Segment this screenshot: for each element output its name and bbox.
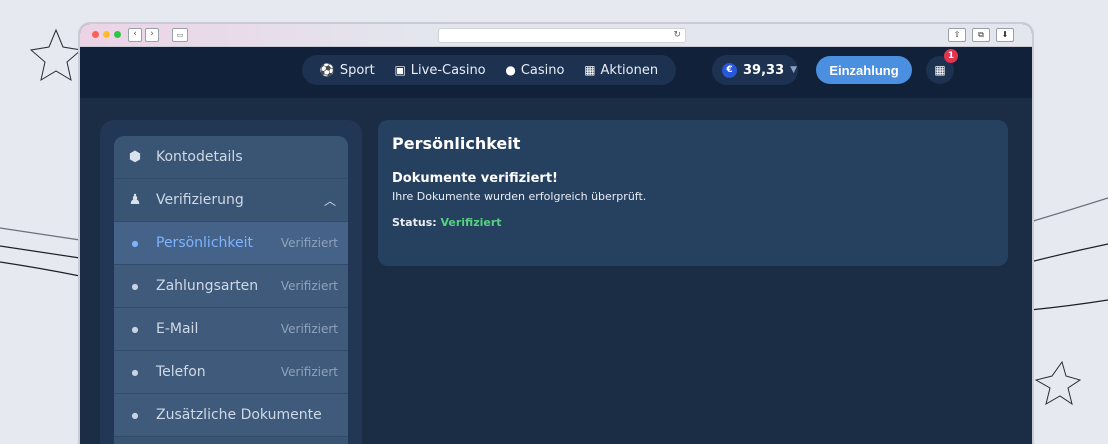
sidebar-panel: ⬢ Kontodetails ♟ Verifizierung ︿ ● Persö…	[100, 120, 362, 444]
balance-value: 39,33	[743, 62, 785, 78]
notification-badge: 1	[944, 49, 958, 63]
close-window-button[interactable]	[92, 31, 99, 38]
sidebar-toggle-icon[interactable]: ▭	[172, 28, 188, 42]
nav-label: Live-Casino	[410, 62, 486, 78]
minimize-window-button[interactable]	[103, 31, 110, 38]
euro-icon: €	[722, 62, 737, 78]
address-bar[interactable]: ↻	[438, 28, 686, 43]
verification-heading: Dokumente verifiziert!	[392, 171, 558, 186]
bullet-icon: ●	[131, 324, 139, 334]
sidebar-item-label: E-Mail	[156, 321, 199, 337]
status-badge: Verifiziert	[280, 236, 338, 250]
sidebar-subitem-zusaetzliche-dokumente[interactable]: ● Zusätzliche Dokumente	[114, 394, 348, 437]
page-content: ⬢ Kontodetails ♟ Verifizierung ︿ ● Persö…	[80, 98, 1032, 444]
sidebar-item-label: Persönlichkeit	[156, 235, 253, 251]
window-controls	[92, 31, 121, 38]
verification-text: Ihre Dokumente wurden erfolgreich überpr…	[392, 190, 647, 203]
verification-status: Status: Verifiziert	[392, 216, 994, 229]
browser-window: ‹ › ▭ ↻ ⇧ ⧉ ⬇ ⚽ Sport ▣ Live-Casino ● Ca…	[78, 22, 1034, 444]
star-icon	[29, 28, 83, 82]
status-badge: Verifiziert	[280, 279, 338, 293]
sidebar-subitem-email[interactable]: ● E-Mail Verifiziert	[114, 308, 348, 351]
bullet-icon: ●	[131, 238, 139, 248]
download-icon[interactable]: ⬇	[996, 28, 1014, 42]
sidebar-item-label: Kontodetails	[156, 149, 243, 165]
page-title: Persönlichkeit	[392, 134, 521, 153]
chevron-up-icon: ︿	[323, 193, 336, 208]
main-nav: ⚽ Sport ▣ Live-Casino ● Casino ▦ Aktione…	[302, 55, 676, 85]
sidebar-item-label: Verifizierung	[156, 192, 244, 208]
sidebar-item-verifizierung[interactable]: ♟ Verifizierung ︿	[114, 179, 348, 222]
nav-label: Aktionen	[600, 62, 659, 78]
account-shield-icon: ⬢	[128, 149, 142, 165]
gift-icon: ▦	[584, 63, 596, 77]
nav-item-live-casino[interactable]: ▣ Live-Casino	[394, 63, 485, 78]
reload-icon[interactable]: ↻	[673, 29, 681, 42]
sidebar-subitem-persoenlichkeit[interactable]: ● Persönlichkeit Verifiziert	[114, 222, 348, 265]
forward-icon[interactable]: ›	[145, 28, 159, 42]
share-icon[interactable]: ⇧	[948, 28, 966, 42]
nav-label: Sport	[339, 62, 375, 78]
sidebar-menu: ⬢ Kontodetails ♟ Verifizierung ︿ ● Persö…	[114, 136, 348, 444]
back-icon[interactable]: ‹	[128, 28, 142, 42]
status-badge: Verifiziert	[280, 322, 338, 336]
maximize-window-button[interactable]	[114, 31, 121, 38]
soccer-ball-icon: ⚽	[319, 63, 335, 77]
nav-item-casino[interactable]: ● Casino	[505, 63, 564, 78]
status-label: Status:	[392, 216, 437, 229]
casino-chip-icon: ●	[505, 63, 516, 77]
bullet-icon: ●	[131, 281, 139, 291]
top-navigation: ⚽ Sport ▣ Live-Casino ● Casino ▦ Aktione…	[80, 47, 1032, 99]
verification-card: Persönlichkeit Dokumente verifiziert! Ih…	[378, 120, 1008, 266]
sidebar-item-kontodetails[interactable]: ⬢ Kontodetails	[114, 136, 348, 179]
live-tv-icon: ▣	[394, 63, 406, 77]
bullet-icon: ●	[131, 410, 139, 420]
sidebar-subitem-zahlungsarten[interactable]: ● Zahlungsarten Verifiziert	[114, 265, 348, 308]
deposit-button[interactable]: Einzahlung	[816, 56, 912, 84]
gift-icon: ▦	[934, 63, 946, 77]
status-badge: Verifiziert	[280, 365, 338, 379]
browser-chrome: ‹ › ▭ ↻ ⇧ ⧉ ⬇	[80, 24, 1032, 47]
user-icon: ♟	[128, 192, 142, 208]
bullet-icon: ●	[131, 367, 139, 377]
balance-dropdown[interactable]: € 39,33 ▼	[712, 55, 798, 85]
sidebar-item-label: Zahlungsarten	[156, 278, 259, 294]
nav-label: Casino	[520, 62, 565, 78]
nav-item-aktionen[interactable]: ▦ Aktionen	[584, 63, 658, 78]
star-icon	[1034, 360, 1082, 406]
sidebar-subitem-telefon[interactable]: ● Telefon Verifiziert	[114, 351, 348, 394]
status-value: Verifiziert	[440, 216, 502, 229]
nav-item-sport[interactable]: ⚽ Sport	[320, 63, 375, 78]
sidebar-item-label: Telefon	[156, 364, 206, 380]
sidebar-item-label: Zusätzliche Dokumente	[156, 407, 322, 423]
tabs-icon[interactable]: ⧉	[972, 28, 990, 42]
chevron-down-icon: ▼	[790, 65, 798, 75]
